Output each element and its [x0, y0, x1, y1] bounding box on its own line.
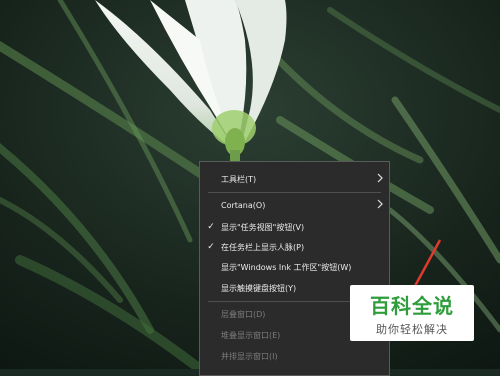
menu-item-toolbars[interactable]: 工具栏(T) [200, 170, 389, 188]
menu-item-label: Cortana(O) [221, 200, 266, 210]
menu-item-label: 堆叠显示窗口(E) [221, 330, 281, 340]
menu-item-windows-ink-button[interactable]: 显示"Windows Ink 工作区"按钮(W) [200, 258, 389, 276]
watermark-subtitle: 助你轻松解决 [376, 323, 448, 336]
menu-item-label: 并排显示窗口(I) [221, 351, 278, 361]
check-icon: ✓ [207, 242, 215, 252]
menu-item-label: 显示"任务视图"按钮(V) [221, 222, 305, 232]
menu-item-show-people[interactable]: ✓ 在任务栏上显示人脉(P) [200, 238, 389, 256]
menu-separator [208, 192, 381, 193]
menu-item-label: 在任务栏上显示人脉(P) [221, 242, 305, 252]
menu-item-label: 工具栏(T) [221, 174, 257, 184]
menu-item-label: 显示"Windows Ink 工作区"按钮(W) [221, 262, 352, 272]
chevron-right-icon [377, 199, 383, 209]
baike-watermark-logo: 百科全说 助你轻松解决 [350, 285, 474, 341]
menu-item-task-view-button[interactable]: ✓ 显示"任务视图"按钮(V) [200, 218, 389, 236]
chevron-right-icon [377, 173, 383, 183]
taskbar-context-menu: 工具栏(T) Cortana(O) ✓ 显示"任务视图"按钮(V) ✓ 在任务栏… [199, 161, 390, 376]
watermark-title: 百科全说 [370, 294, 454, 318]
menu-item-cortana[interactable]: Cortana(O) [200, 196, 389, 214]
check-icon: ✓ [207, 222, 215, 232]
menu-item-label: 显示触摸键盘按钮(Y) [221, 283, 297, 293]
menu-item-side-by-side-windows: 并排显示窗口(I) [200, 347, 389, 365]
menu-item-label: 层叠窗口(D) [221, 309, 266, 319]
